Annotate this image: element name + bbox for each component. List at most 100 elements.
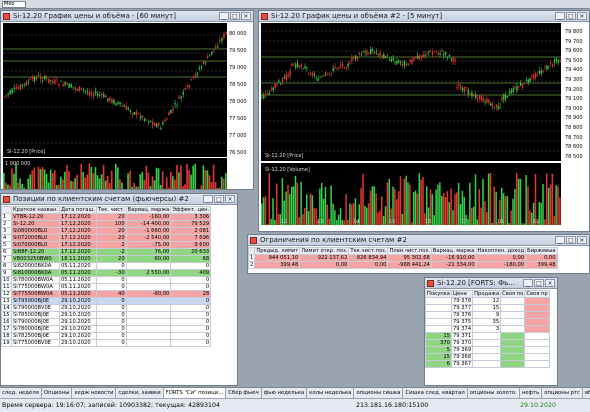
maximize-button[interactable]: □ <box>566 12 576 20</box>
table-row[interactable]: 16 Si790000BJ0E 29.10.2020 0 0 <box>1 318 212 326</box>
table-row[interactable]: 14 Si790000BV0E 29.10.2020 0 0 <box>1 304 212 312</box>
table-row[interactable]: 15 79 368 <box>425 353 550 361</box>
column-header[interactable]: Цена <box>450 290 474 298</box>
table-row[interactable]: 6 79 367 <box>425 360 550 368</box>
close-button[interactable]: × <box>241 12 251 20</box>
taskbar-tab[interactable]: Сишка след. квартал <box>403 388 468 398</box>
table-row[interactable]: 5 79 369 <box>425 346 550 354</box>
maximize-button[interactable]: □ <box>566 236 576 244</box>
table-row[interactable]: 9 Si810000BK0A 05.11.2020 -30 2 550,00 409 <box>1 269 212 277</box>
positions-window[interactable]: Позиции по клиентским счетам (фьючерсы) … <box>0 193 238 386</box>
chart1-titlebar[interactable]: Si-12.20 График цены и объёма - [60 мину… <box>1 11 253 22</box>
column-header[interactable]: План.чист.поз. <box>387 247 432 255</box>
chart1-price-panel[interactable]: Si-12.20 [Price] <box>3 23 227 157</box>
orderbook-titlebar[interactable]: Si-12.20 [FORTS: Фь... _ □ × <box>425 278 557 289</box>
taskbar-tab[interactable]: FORTS "Си" позици... <box>163 388 227 398</box>
table-row[interactable]: 79 377 15 <box>425 304 550 312</box>
table-cell: 79 367 <box>450 360 474 368</box>
column-header[interactable]: Вариац. маржа <box>430 247 477 255</box>
table-row[interactable]: 4 Si072000BL0 17.12.2020 20 -2 540,00 7 696 <box>1 234 212 242</box>
maximize-button[interactable]: □ <box>214 195 224 203</box>
table-row[interactable]: 79 374 3 <box>425 325 550 333</box>
table-row[interactable]: 2 Si-12.20 17.12.2020 100 -14 400,00 79 529 <box>1 220 212 228</box>
table-row[interactable]: 2 399,48 0,00 0,00 -968 441,24 -21 334,00 -180… <box>248 261 558 269</box>
chart1-volume-panel[interactable]: 1 000 000 <box>3 158 227 189</box>
table-row[interactable]: 5 Si070000BL0 17.12.2020 2 -75,00 9 600 <box>1 241 212 249</box>
chart2-titlebar[interactable]: Si-12.20 График цены и объёма #2 - [5 ми… <box>259 11 589 22</box>
table-row[interactable]: 18 Si782500BJ0E 29.10.2020 0 0 <box>1 332 212 340</box>
table-row[interactable]: 15 79 371 <box>425 332 550 340</box>
taskbar-tab[interactable]: Опционы <box>41 388 73 398</box>
taskbar-tab[interactable]: хедж новости <box>72 388 117 398</box>
table-row[interactable]: 12 Si775500BW0A 05.11.2020 40 -80,00 28 <box>1 290 212 298</box>
column-header[interactable]: Биржевые <box>525 247 558 255</box>
column-header[interactable]: Эффект. цен. <box>170 206 212 214</box>
column-header[interactable]: Предыд. лимит <box>254 247 301 255</box>
chart-window-60min[interactable]: Si-12.20 График цены и объёма - [60 мину… <box>0 10 254 190</box>
positions-titlebar[interactable]: Позиции по клиентским счетам (фьючерсы) … <box>1 194 237 205</box>
taskbar-tab[interactable]: след. неделя <box>0 388 42 398</box>
minimize-button[interactable]: _ <box>555 236 565 244</box>
table-row[interactable]: 3 Si080000BL0 17.12.2020 20 -1 660,00 2 081 <box>1 227 212 235</box>
minimize-button[interactable]: _ <box>523 279 533 287</box>
table-row[interactable]: 10 Si780000BW0A 05.11.2020 0 0 <box>1 276 212 284</box>
taskbar-tab[interactable]: сделки, заявки <box>116 388 164 398</box>
column-header[interactable]: Своя по <box>500 290 526 298</box>
maximize-button[interactable]: □ <box>230 12 240 20</box>
candle-body <box>392 58 394 61</box>
taskbar-tab[interactable]: колы неделька <box>307 388 355 398</box>
column-header[interactable]: Лимит откр. поз. <box>299 247 350 255</box>
table-row[interactable]: 6 SiB8F-12.20 17.12.2020 -2 76,00 20 633 <box>1 248 212 256</box>
minimize-button[interactable]: _ <box>203 195 213 203</box>
close-button[interactable]: × <box>225 195 235 203</box>
taskbar-tab[interactable]: фью неделька <box>261 388 308 398</box>
table-row[interactable]: 15 Si785000BJ0E 29.10.2020 0 0 <box>1 311 212 319</box>
column-header[interactable]: Тек. чист. <box>95 206 127 214</box>
column-header[interactable]: Своя пр <box>524 290 550 298</box>
table-row[interactable]: 79 378 12 <box>425 297 550 305</box>
positions-table[interactable]: Краткое назван. Дата погаш. Тек. чист. Вари… <box>1 206 212 347</box>
column-header[interactable]: Накоплен. доход <box>475 247 527 255</box>
column-header[interactable]: Продажа <box>472 290 502 298</box>
orderbook-table[interactable]: Покупка Цена Продажа Своя по Своя пр 79 378 12… <box>425 290 550 368</box>
orderbook-window[interactable]: Si-12.20 [FORTS: Фь... _ □ × Покупка Цена Пр… <box>424 277 558 386</box>
table-row[interactable]: 8 Si820000BK0A 05.11.2020 0 0 <box>1 262 212 270</box>
close-button[interactable]: × <box>577 236 587 244</box>
chart2-price-panel[interactable]: Si-12.20 [Price] <box>261 23 561 161</box>
workspace-combo[interactable]: Мео <box>2 1 26 8</box>
column-header[interactable]: Дата погаш. <box>58 206 97 214</box>
limits-window[interactable]: Ограничения по клиентским счетам #2 _ □ × … <box>247 234 590 274</box>
taskbar-tab[interactable]: опционы сишка <box>354 388 404 398</box>
table-row[interactable]: 79 375 35 <box>425 318 550 326</box>
taskbar-tab[interactable]: нефть <box>519 388 543 398</box>
column-header[interactable]: Вариац. маржа <box>125 206 172 214</box>
table-row[interactable]: 17 Si780000BJ0E 29.10.2020 0 0 <box>1 325 212 333</box>
table-row[interactable]: 19 Si775000BV0E 29.10.2020 0 0 <box>1 339 212 347</box>
minimize-button[interactable]: _ <box>219 12 229 20</box>
table-row[interactable]: 11 Si775000BW0A 05.11.2020 0 0 <box>1 283 212 291</box>
chart2-volume-panel[interactable]: Si-12.20 [Volume] 12 13 14 15 16 17 18 19 <box>261 163 561 225</box>
column-header[interactable]: Тек.чист.поз. <box>348 247 389 255</box>
minimize-button[interactable]: _ <box>555 12 565 20</box>
table-cell: 12 <box>1 290 12 298</box>
column-header[interactable]: Краткое назван. <box>11 206 60 214</box>
maximize-button[interactable]: □ <box>534 279 544 287</box>
taskbar-tab[interactable]: опционы ртс <box>542 388 583 398</box>
limits-titlebar[interactable]: Ограничения по клиентским счетам #2 _ □ × <box>248 235 589 246</box>
limits-table[interactable]: Предыд. лимит Лимит откр. поз. Тек.чист.по… <box>248 247 558 269</box>
table-row[interactable]: 370 79 370 <box>425 339 550 347</box>
taskbar-tab[interactable]: вбб.. <box>582 388 590 398</box>
taskbar-tab[interactable]: опционы золото. <box>467 388 520 398</box>
close-button[interactable]: × <box>577 12 587 20</box>
table-row[interactable]: 79 376 9 <box>425 311 550 319</box>
taskbar-tab[interactable]: Сбер фьюч <box>226 388 262 398</box>
table-row[interactable]: 13 Si795000BJ0E 29.10.2020 0 0 <box>1 297 212 305</box>
table-row[interactable]: 1 944 051,10 922 137,62 826 834,94 95 302,68… <box>248 254 558 262</box>
column-header[interactable] <box>1 206 12 214</box>
table-row[interactable]: 7 VB003250BW0 18.11.2020 20 60,00 68 <box>1 255 212 263</box>
column-header[interactable]: Покупка <box>425 290 452 298</box>
close-button[interactable]: × <box>545 279 555 287</box>
volume-bar <box>194 163 197 189</box>
table-row[interactable]: 1 VTBR-12.20 17.12.2020 20 -160,00 3 306 <box>1 213 212 221</box>
chart-window-5min[interactable]: Si-12.20 График цены и объёма #2 - [5 ми… <box>258 10 590 232</box>
